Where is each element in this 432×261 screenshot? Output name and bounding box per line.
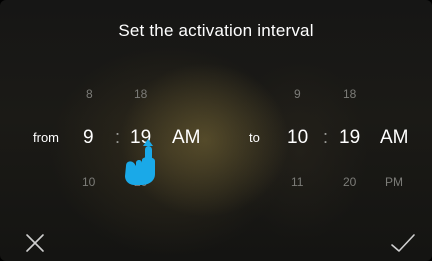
to-minute-next[interactable]: 20 bbox=[343, 175, 356, 189]
from-minute-prev[interactable]: 18 bbox=[134, 87, 147, 101]
from-ampm-value[interactable]: AM bbox=[172, 127, 201, 149]
hand-pointer-icon bbox=[125, 139, 155, 185]
page-title: Set the activation interval bbox=[118, 21, 314, 40]
to-minute-value[interactable]: 19 bbox=[339, 127, 360, 149]
from-hour-prev[interactable]: 8 bbox=[86, 87, 93, 101]
activation-interval-screen: Set the activation interval from 8 9 10 … bbox=[0, 0, 432, 261]
from-hour-next[interactable]: 10 bbox=[82, 175, 95, 189]
from-label: from bbox=[33, 130, 59, 145]
from-hour-value[interactable]: 9 bbox=[83, 127, 94, 149]
cancel-button[interactable] bbox=[24, 232, 46, 254]
to-ampm-next[interactable]: PM bbox=[385, 175, 403, 189]
to-time-separator: : bbox=[323, 127, 329, 147]
to-hour-next[interactable]: 11 bbox=[291, 175, 303, 189]
to-hour-value[interactable]: 10 bbox=[287, 127, 308, 149]
to-minute-prev[interactable]: 18 bbox=[343, 87, 356, 101]
to-hour-prev[interactable]: 9 bbox=[294, 87, 301, 101]
to-label: to bbox=[249, 130, 260, 145]
to-ampm-value[interactable]: AM bbox=[380, 127, 409, 149]
confirm-button[interactable] bbox=[390, 232, 416, 254]
